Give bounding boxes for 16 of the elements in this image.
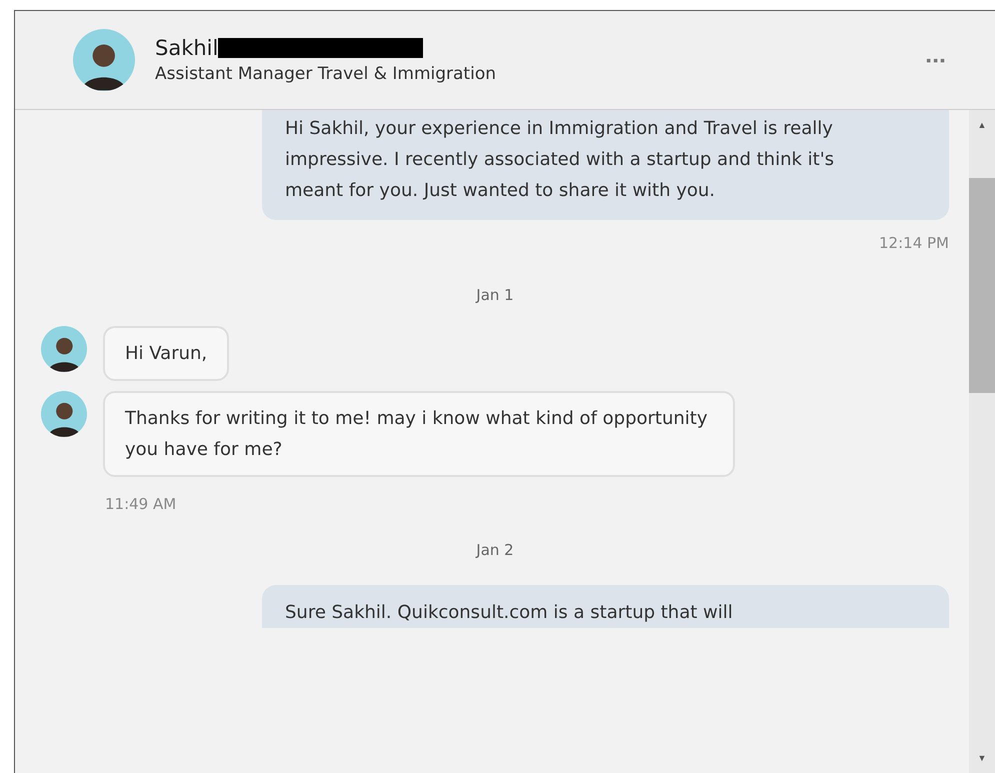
contact-name: Sakhil: [155, 36, 218, 60]
sent-message: Sure Sakhil. Quikconsult.com is a startup that will: [262, 585, 949, 628]
received-message: Hi Varun,: [103, 326, 230, 381]
date-separator: Jan 2: [476, 541, 514, 559]
message-time: 11:49 AM: [105, 495, 176, 513]
scroll-up-button[interactable]: ▲: [978, 110, 986, 140]
sent-message: Hi Sakhil, your experience in Immigration and Travel is really impressive. I recently associated with a startup and think it's meant for you. Just wanted to share it with you.: [262, 110, 949, 220]
scrollbar-thumb[interactable]: [969, 178, 995, 393]
avatar-icon: [41, 391, 87, 437]
more-menu-button[interactable]: ▪▪▪: [926, 52, 947, 68]
avatar-icon: [41, 326, 87, 372]
date-separator: Jan 1: [476, 286, 514, 304]
received-message: Thanks for writing it to me! may i know what kind of opportunity you have for me?: [103, 391, 735, 477]
scroll-down-button[interactable]: ▼: [978, 743, 986, 773]
message-time: 12:14 PM: [879, 234, 949, 252]
contact-title: Assistant Manager Travel & Immigration: [155, 64, 497, 84]
